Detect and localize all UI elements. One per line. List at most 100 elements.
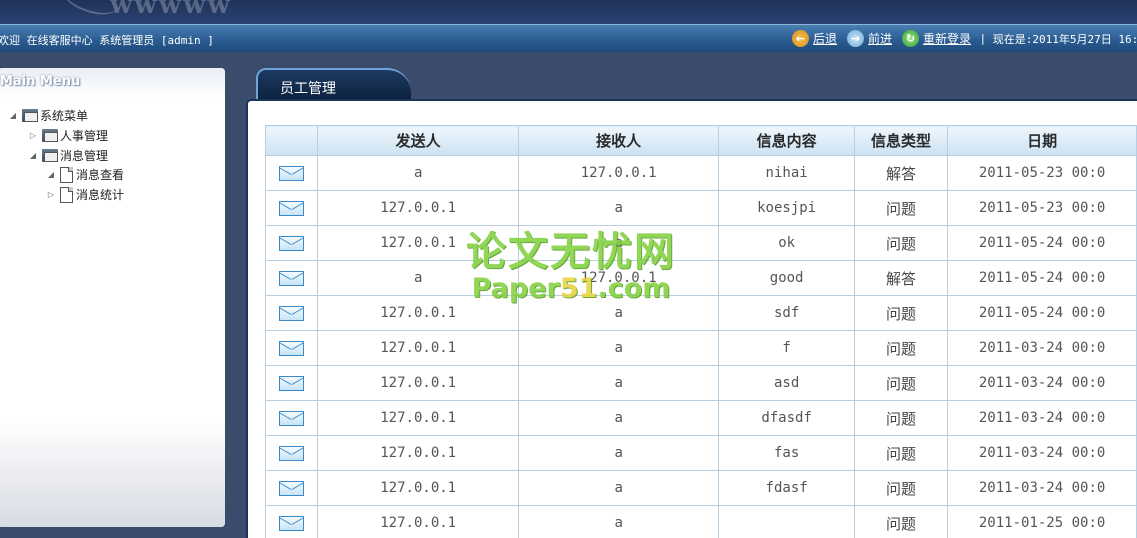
- cell-sender: 127.0.0.1: [317, 190, 519, 226]
- column-header-content[interactable]: 信息内容: [718, 125, 855, 156]
- tab-employee-management[interactable]: 员工管理: [256, 68, 411, 100]
- back-button[interactable]: ← 后退: [792, 30, 837, 47]
- status-bar: 欢迎 在线客服中心 系统管理员 [admin ] ← 后退 → 前进 ↻ 重新登…: [0, 24, 1137, 52]
- row-icon-cell[interactable]: [264, 470, 319, 506]
- column-header-sender[interactable]: 发送人: [317, 125, 519, 156]
- cell-type: 问题: [853, 435, 949, 471]
- tree-node-system-menu[interactable]: ◢ 系统菜单: [8, 107, 88, 124]
- relogin-icon: ↻: [902, 30, 920, 47]
- cell-receiver: a: [517, 225, 720, 261]
- envelope-icon[interactable]: [279, 270, 305, 286]
- message-table: 发送人 接收人 信息内容 信息类型 日期 a 127.0.0.1 nihai 解答 20…: [264, 125, 1137, 538]
- cell-date: 2011-05-23 00:0: [947, 190, 1137, 226]
- envelope-icon[interactable]: [279, 165, 305, 181]
- envelope-icon[interactable]: [279, 445, 305, 461]
- cell-sender: 127.0.0.1: [317, 435, 519, 471]
- cell-type: 解答: [853, 155, 949, 191]
- cell-receiver: a: [517, 400, 720, 436]
- column-header-type[interactable]: 信息类型: [853, 125, 949, 156]
- table-row[interactable]: 127.0.0.1 a dfasdf 问题 2011-03-24 00:0: [264, 400, 1137, 436]
- envelope-icon[interactable]: [279, 480, 305, 496]
- tab-label: 员工管理: [280, 81, 336, 97]
- table-row[interactable]: 127.0.0.1 a koesjpi 问题 2011-05-23 00:0: [264, 190, 1137, 226]
- envelope-icon[interactable]: [279, 235, 305, 251]
- cell-receiver: a: [517, 505, 720, 538]
- table-row[interactable]: 127.0.0.1 a fdasf 问题 2011-03-24 00:0: [264, 470, 1137, 506]
- envelope-icon[interactable]: [279, 200, 305, 216]
- expand-arrow-icon[interactable]: ◢: [8, 111, 18, 120]
- tree-node-message-view[interactable]: ◢ 消息查看: [46, 166, 124, 183]
- envelope-icon[interactable]: [279, 515, 305, 531]
- forward-arrow-icon: →: [847, 30, 865, 47]
- cell-date: 2011-05-24 00:0: [947, 260, 1137, 296]
- page-icon: [60, 186, 73, 203]
- cell-date: 2011-05-24 00:0: [947, 295, 1137, 331]
- cell-receiver: a: [517, 365, 720, 401]
- tree-node-label: 人事管理: [60, 129, 109, 143]
- tree-node-label: 消息统计: [76, 188, 125, 202]
- cell-sender: 127.0.0.1: [317, 225, 519, 261]
- cell-type: 问题: [853, 400, 949, 436]
- column-header-receiver[interactable]: 接收人: [517, 125, 720, 156]
- tree-node-message-mgmt[interactable]: ◢ 消息管理: [28, 147, 108, 164]
- row-icon-cell[interactable]: [264, 190, 319, 226]
- row-icon-cell[interactable]: [264, 225, 319, 261]
- cell-type: 问题: [853, 330, 949, 366]
- cell-receiver: 127.0.0.1: [517, 260, 720, 296]
- back-label: 后退: [813, 32, 838, 46]
- cell-type: 问题: [853, 225, 949, 261]
- folder-icon: [42, 149, 58, 162]
- table-row[interactable]: 127.0.0.1 a ok 问题 2011-05-24 00:0: [264, 225, 1137, 261]
- cell-content: dfasdf: [718, 400, 855, 436]
- relogin-label: 重新登录: [923, 32, 972, 46]
- collapse-arrow-icon[interactable]: ▷: [28, 131, 38, 140]
- expand-arrow-icon[interactable]: ◢: [28, 151, 38, 160]
- cell-receiver: a: [517, 470, 720, 506]
- relogin-button[interactable]: ↻ 重新登录: [902, 30, 971, 47]
- tree-node-hr[interactable]: ▷ 人事管理: [28, 127, 108, 144]
- cell-date: 2011-03-24 00:0: [947, 400, 1137, 436]
- row-icon-cell[interactable]: [264, 295, 319, 331]
- table-row[interactable]: a 127.0.0.1 good 解答 2011-05-24 00:0: [264, 260, 1137, 296]
- tree-node-message-stats[interactable]: ▷ 消息统计: [46, 186, 124, 203]
- column-header-date[interactable]: 日期: [947, 125, 1137, 156]
- expand-arrow-icon[interactable]: ◢: [46, 170, 56, 179]
- envelope-icon[interactable]: [279, 375, 305, 391]
- row-icon-cell[interactable]: [264, 505, 319, 538]
- sidebar-tree: ◢ 系统菜单 ▷ 人事管理 ◢ 消息管理 ◢ 消息查看 ▷ 消息统计: [0, 98, 225, 527]
- table-row[interactable]: a 127.0.0.1 nihai 解答 2011-05-23 00:0: [264, 155, 1137, 191]
- nav-actions: ← 后退 → 前进 ↻ 重新登录 | 现在是:2011年5月27日 16:: [792, 30, 1137, 47]
- collapse-arrow-icon[interactable]: ▷: [46, 190, 56, 199]
- cell-date: 2011-03-24 00:0: [947, 470, 1137, 506]
- envelope-icon[interactable]: [279, 410, 305, 426]
- table-row[interactable]: 127.0.0.1 a f 问题 2011-03-24 00:0: [264, 330, 1137, 366]
- cell-sender: 127.0.0.1: [317, 295, 519, 331]
- table-row[interactable]: 127.0.0.1 a sdf 问题 2011-05-24 00:0: [264, 295, 1137, 331]
- cell-receiver: a: [517, 190, 720, 226]
- row-icon-cell[interactable]: [264, 400, 319, 436]
- row-icon-cell[interactable]: [264, 435, 319, 471]
- table-row[interactable]: 127.0.0.1 a asd 问题 2011-03-24 00:0: [264, 365, 1137, 401]
- folder-icon: [42, 129, 58, 142]
- table-row[interactable]: 127.0.0.1 a fas 问题 2011-03-24 00:0: [264, 435, 1137, 471]
- back-arrow-icon: ←: [792, 30, 809, 47]
- row-icon-cell[interactable]: [264, 365, 319, 401]
- cell-receiver: a: [517, 330, 720, 366]
- forward-button[interactable]: → 前进: [847, 30, 892, 47]
- row-icon-cell[interactable]: [264, 260, 319, 296]
- cell-receiver: a: [517, 295, 720, 331]
- clock-text: 现在是:2011年5月27日 16:: [992, 32, 1137, 46]
- cell-date: 2011-05-23 00:0: [947, 155, 1137, 191]
- sidebar-title: Main Menu: [0, 68, 225, 98]
- cell-receiver: 127.0.0.1: [517, 155, 720, 191]
- envelope-icon[interactable]: [279, 340, 305, 356]
- cell-content: fdasf: [718, 470, 855, 506]
- nav-separator: |: [981, 32, 985, 45]
- cell-content: f: [718, 330, 855, 366]
- cell-sender: a: [317, 260, 519, 296]
- row-icon-cell[interactable]: [264, 330, 319, 366]
- table-row[interactable]: 127.0.0.1 a 问题 2011-01-25 00:0: [264, 505, 1137, 538]
- row-icon-cell[interactable]: [264, 155, 319, 191]
- tree-node-label: 消息查看: [76, 168, 125, 182]
- envelope-icon[interactable]: [279, 305, 305, 321]
